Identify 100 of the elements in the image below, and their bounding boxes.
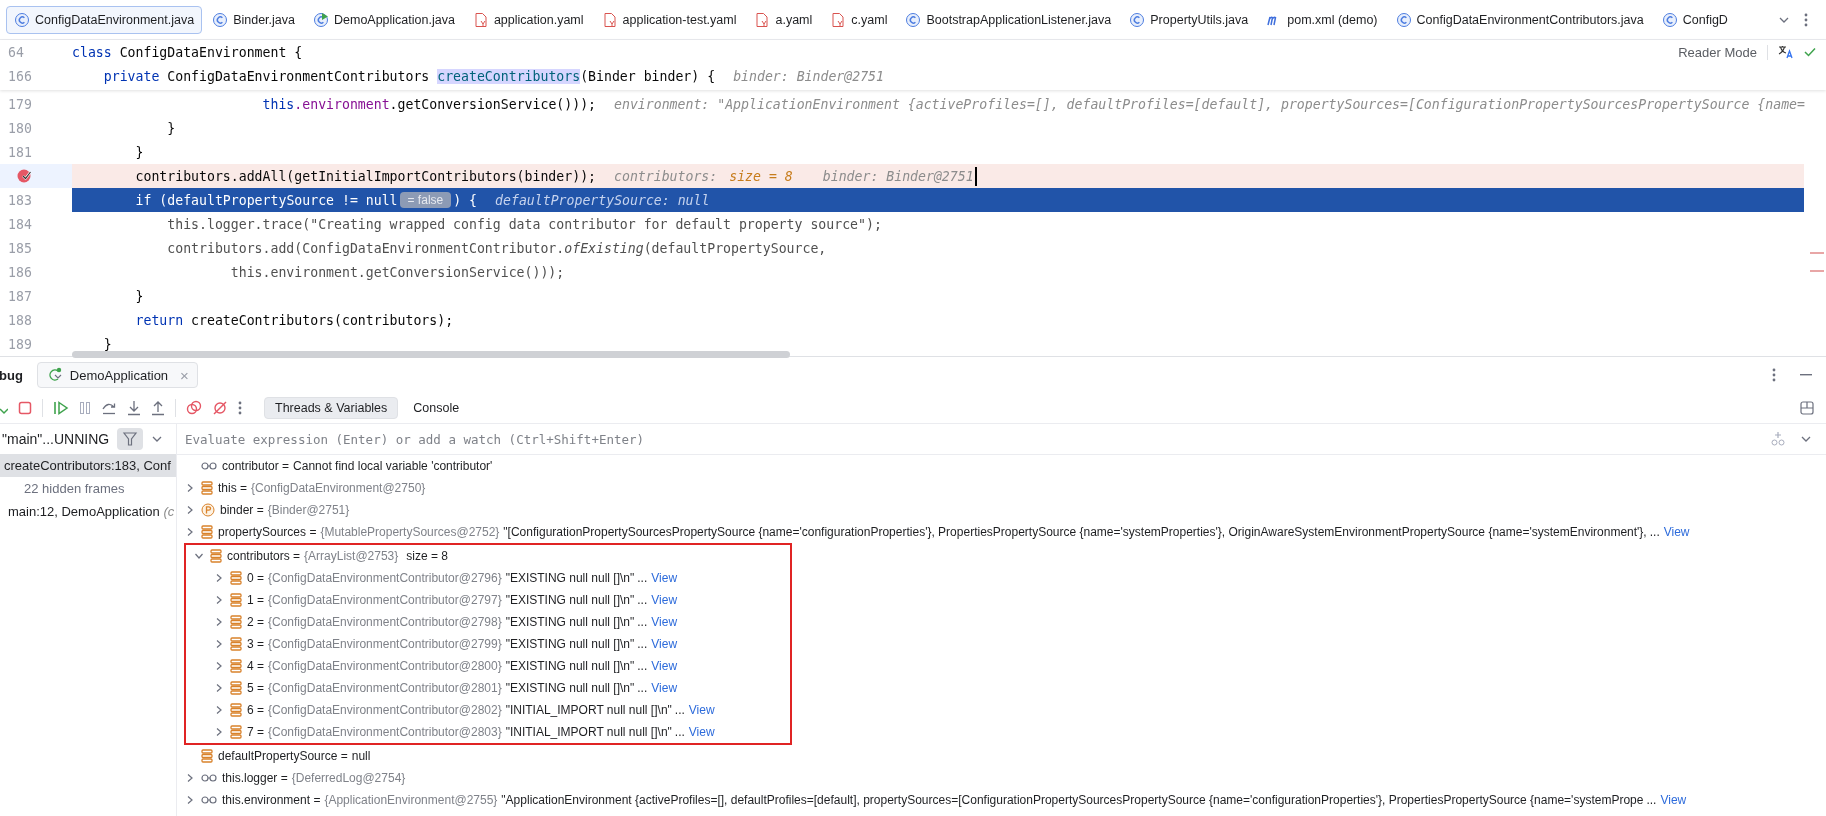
inline-value-hint: size = 8 — [729, 168, 793, 184]
view-link[interactable]: View — [688, 703, 715, 717]
reader-mode-button[interactable]: Reader Mode — [1678, 44, 1768, 60]
editor-tab[interactable]: ConfigD — [1653, 5, 1736, 34]
editor-tab[interactable]: Binder.java — [204, 5, 303, 34]
view-link[interactable]: View — [1660, 793, 1687, 807]
session-tab[interactable]: DemoApplication × — [36, 362, 198, 388]
editor-tab[interactable]: c.yaml — [822, 5, 896, 34]
view-link[interactable]: View — [651, 615, 678, 629]
tab-label: application.yaml — [493, 12, 584, 27]
code-keyword: class — [72, 44, 113, 60]
code-keyword: this — [261, 96, 295, 112]
resume-icon[interactable] — [53, 401, 69, 415]
stack-frame[interactable]: main:12, DemoApplication (c — [0, 500, 176, 523]
editor-tab[interactable]: application.yaml — [464, 5, 592, 34]
code-text: ConfigDataEnvironment { — [119, 44, 303, 60]
stack-frame[interactable]: 22 hidden frames — [0, 477, 176, 500]
editor-tab[interactable]: BootstrapApplicationListener.java — [897, 5, 1120, 34]
breakpoints-icon[interactable] — [186, 400, 202, 416]
variable-type: {ConfigDataEnvironmentContributor@2796} — [268, 571, 502, 585]
variable-value: "ApplicationEnvironment {activeProfiles=[], defaultProfiles=[default], propertySources=[ConfigurationPropertySourcesPropertySource {name='configurationProperties'}, PropertiesPropertySource {name='systemPrope — [501, 793, 1644, 807]
field-icon — [230, 681, 242, 695]
editor-tab[interactable]: ConfigDataEnvironmentContributors.java — [1387, 5, 1652, 34]
view-link[interactable]: View — [651, 571, 678, 585]
variable-value: null — [351, 749, 371, 763]
variable-type: {ConfigDataEnvironmentContributor@2801} — [268, 681, 502, 695]
line-number: 187 — [8, 288, 32, 304]
translate-icon[interactable] — [1778, 45, 1794, 59]
minimize-icon[interactable] — [1800, 374, 1812, 376]
evaluate-expression-field[interactable]: Evaluate expression (Enter) or add a watch (Ctrl+Shift+Enter) — [177, 430, 1756, 448]
editor-tab[interactable]: a.yaml — [746, 5, 821, 34]
variable-value: "EXISTING null null []\n" — [505, 593, 635, 607]
variable-size: size = 8 — [406, 549, 448, 563]
line-number: 188 — [8, 312, 32, 328]
glasses-icon — [201, 773, 217, 783]
tab-label: ConfigDataEnvironmentContributors.java — [1416, 12, 1644, 27]
variable-name: this.logger = — [222, 771, 288, 785]
more-icon[interactable] — [238, 401, 242, 415]
variable-name: 2 = — [247, 615, 264, 629]
step-out-icon[interactable] — [151, 400, 165, 416]
view-link[interactable]: View — [651, 681, 678, 695]
inline-value-hint: environment: "ApplicationEnvironment {activeProfiles=[], defaultProfiles=[default], propertySources=[ConfigurationPropertySourcesPropertySource {name= — [614, 96, 1805, 112]
variable-type: {MutablePropertySources@2752} — [320, 525, 500, 539]
line-number: 185 — [8, 240, 32, 256]
layout-icon[interactable] — [1800, 401, 1814, 415]
filter-icon[interactable] — [117, 428, 144, 450]
editor-tab[interactable]: application-test.yaml — [593, 5, 745, 34]
code-text: (defaultPropertySource != null — [159, 192, 398, 208]
glasses-icon — [201, 461, 217, 471]
code-text: ConfigDataEnvironmentContributors — [167, 68, 431, 84]
editor-tab[interactable]: pom.xml (demo) — [1258, 5, 1386, 34]
field-icon — [201, 749, 213, 763]
more-icon[interactable] — [1804, 12, 1808, 27]
ellipsis: ... — [637, 681, 648, 695]
editor-tab[interactable]: PropertyUtils.java — [1121, 5, 1257, 34]
stack-frame[interactable]: createContributors:183, Conf — [0, 454, 176, 477]
step-over-icon[interactable] — [101, 401, 117, 415]
view-tab[interactable]: Threads & Variables — [264, 397, 399, 419]
editor-tab[interactable]: ConfigDataEnvironment.java — [6, 5, 203, 34]
view-link[interactable]: View — [651, 637, 678, 651]
step-into-icon[interactable] — [127, 400, 141, 416]
variable-name: this = — [218, 481, 247, 495]
code-text: } — [134, 144, 144, 160]
ellipsis: ... — [637, 637, 648, 651]
view-tab[interactable]: Console — [402, 397, 471, 419]
code-text: contributors.add(ConfigDataEnvironmentContributor. — [166, 240, 565, 256]
view-link[interactable]: View — [651, 659, 678, 673]
variable-name: 6 = — [247, 703, 264, 717]
variable-name: 7 = — [247, 725, 264, 739]
variable-type: {ArrayList@2753} — [304, 549, 399, 563]
line-number: 184 — [8, 216, 32, 232]
variable-type: {ApplicationEnvironment@2755} — [324, 793, 498, 807]
editor-tab[interactable]: DemoApplication.java — [305, 5, 463, 34]
variable-value: "EXISTING null null []\n" — [505, 681, 635, 695]
field-icon — [210, 549, 222, 563]
panel-title: bug — [0, 367, 23, 383]
ellipsis: ... — [1649, 525, 1660, 539]
tab-label: PropertyUtils.java — [1150, 12, 1249, 27]
class-icon — [1129, 11, 1146, 28]
ellipsis: ... — [674, 725, 685, 739]
horizontal-scrollbar[interactable] — [72, 351, 790, 358]
tab-label: DemoApplication — [69, 367, 169, 383]
code-text: (Binder binder) { — [580, 68, 716, 84]
view-link[interactable]: View — [651, 593, 678, 607]
code-text: } — [134, 288, 144, 304]
view-link[interactable]: View — [688, 725, 715, 739]
ellipsis: ... — [637, 571, 648, 585]
file-icon — [830, 11, 847, 28]
view-link[interactable]: View — [1663, 525, 1690, 539]
stop-icon[interactable] — [18, 401, 32, 415]
tab-label: a.yaml — [775, 12, 813, 27]
breakpoint-icon[interactable] — [16, 168, 32, 184]
variable-type: {ConfigDataEnvironmentContributor@2799} — [268, 637, 502, 651]
inline-value-hint: binder: Binder@2751 — [822, 168, 974, 184]
variable-name: propertySources = — [218, 525, 317, 539]
class-icon — [905, 11, 922, 28]
field-icon — [230, 725, 242, 739]
mute-breakpoints-icon[interactable] — [212, 400, 228, 416]
thread-selector[interactable]: "main"...UNNING — [2, 431, 110, 447]
more-icon[interactable] — [1772, 368, 1776, 382]
